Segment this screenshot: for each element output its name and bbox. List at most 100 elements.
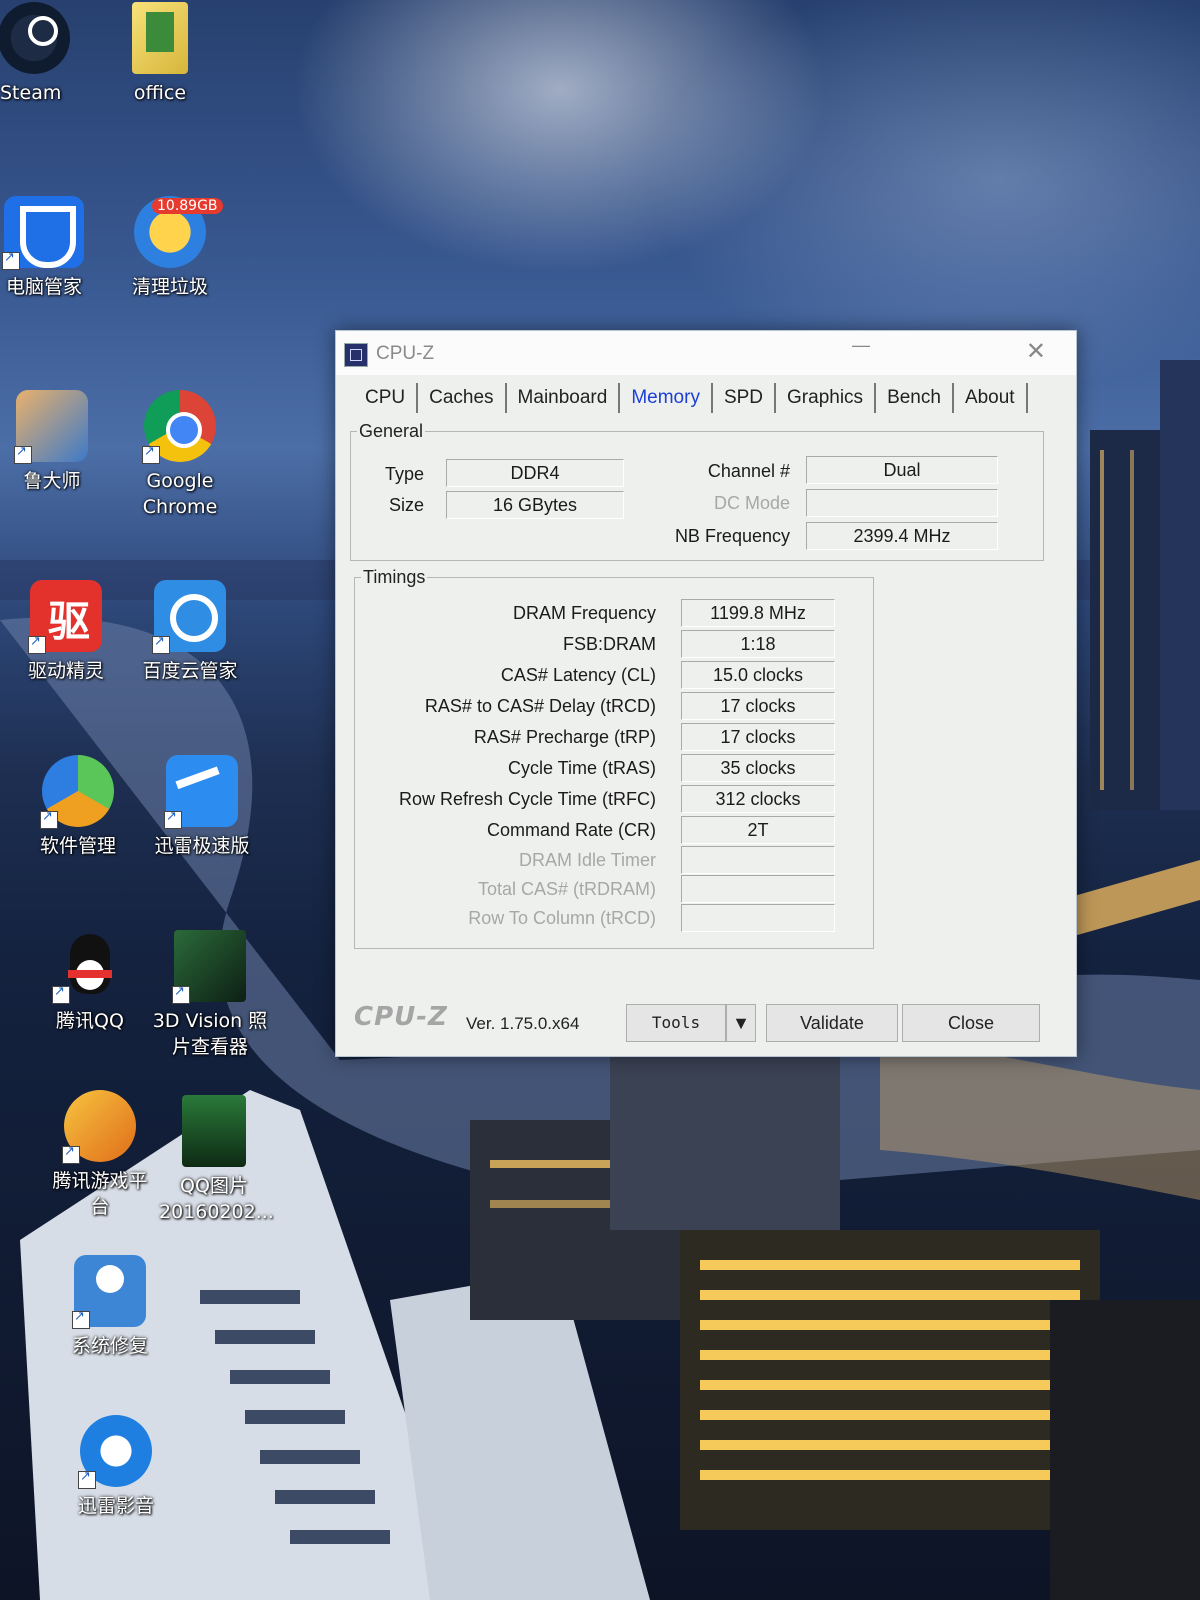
desktop-icon-cleanup[interactable]: 10.89GB 清理垃圾 <box>110 196 230 300</box>
tab-caches[interactable]: Caches <box>418 383 507 413</box>
storage-badge: 10.89GB <box>152 198 223 214</box>
cloud-icon <box>152 580 226 654</box>
ludashi-icon <box>14 390 88 464</box>
desktop-icon-chrome[interactable]: Google Chrome <box>120 390 240 520</box>
validate-button[interactable]: Validate <box>766 1004 898 1042</box>
close-button[interactable]: Close <box>902 1004 1040 1042</box>
tab-spd[interactable]: SPD <box>713 383 777 413</box>
tab-bar: CPU Caches Mainboard Memory SPD Graphics Bench… <box>354 383 1056 415</box>
desktop-icon-system-repair[interactable]: 系统修复 <box>50 1255 170 1359</box>
desktop-icon-baidu-cloud[interactable]: 百度云管家 <box>130 580 250 684</box>
cpuz-logo: CPU-Z <box>354 1002 448 1032</box>
desktop-icon-label: 腾讯游戏平台 <box>52 1170 148 1218</box>
desktop-icon-steam[interactable]: Steam <box>0 2 94 106</box>
window-footer: CPU-Z Ver. 1.75.0.x64 Tools ▼ Validate C… <box>336 992 1076 1056</box>
desktop-icon-label: 3D Vision 照片查看器 <box>152 1010 268 1058</box>
dram-frequency-value: 1199.8 MHz <box>681 599 835 627</box>
total-cas-value <box>681 875 835 903</box>
window-title: CPU-Z <box>376 343 435 364</box>
tab-mainboard[interactable]: Mainboard <box>507 383 621 413</box>
desktop-icon-tencent-games[interactable]: 腾讯游戏平台 <box>40 1090 160 1220</box>
tools-button[interactable]: Tools <box>626 1004 726 1042</box>
cpuz-app-icon <box>344 343 368 367</box>
dc-mode-label: DC Mode <box>713 493 790 513</box>
shortcut-arrow-icon <box>72 1309 90 1329</box>
type-value: DDR4 <box>446 459 624 487</box>
tools-dropdown-button[interactable]: ▼ <box>726 1004 756 1042</box>
nb-frequency-value: 2399.4 MHz <box>806 522 998 550</box>
shortcut-arrow-icon <box>172 984 190 1004</box>
trfc-label: Row Refresh Cycle Time (tRFC) <box>398 789 656 809</box>
desktop-icon-driver-genius[interactable]: 驱 驱动精灵 <box>6 580 126 684</box>
shortcut-arrow-icon <box>2 250 20 270</box>
desktop-icon-xunlei-fast[interactable]: 迅雷极速版 <box>142 755 262 859</box>
desktop-icon-3d-vision[interactable]: 3D Vision 照片查看器 <box>150 930 270 1060</box>
dram-idle-timer-value <box>681 846 835 874</box>
fsb-dram-label: FSB:DRAM <box>562 634 656 654</box>
cas-latency-label: CAS# Latency (CL) <box>500 665 656 685</box>
tab-bench[interactable]: Bench <box>876 383 954 413</box>
desktop-icon-qq-image[interactable]: QQ图片20160202... <box>154 1095 274 1225</box>
shortcut-arrow-icon <box>78 1469 96 1489</box>
desktop-icon-label: 系统修复 <box>71 1335 148 1357</box>
desktop-icon-label: 电脑管家 <box>5 276 82 298</box>
tab-memory[interactable]: Memory <box>620 383 713 413</box>
tab-cpu[interactable]: CPU <box>354 383 419 413</box>
command-rate-label: Command Rate (CR) <box>486 820 656 840</box>
close-icon[interactable]: ✕ <box>1026 337 1046 366</box>
general-legend: General <box>359 421 424 441</box>
nb-frequency-label: NB Frequency <box>674 526 790 546</box>
desktop-icon-label: 鲁大师 <box>23 470 81 492</box>
minimize-icon[interactable]: — <box>852 335 870 356</box>
size-value: 16 GBytes <box>446 491 624 519</box>
size-label: Size <box>388 495 424 515</box>
tras-value: 35 clocks <box>681 754 835 782</box>
tencent-games-icon <box>62 1090 136 1164</box>
desktop-icon-pc-manager[interactable]: 电脑管家 <box>0 196 104 300</box>
trfc-value: 312 clocks <box>681 785 835 813</box>
desktop-icon-label: 清理垃圾 <box>131 276 208 298</box>
desktop-icon-label: 驱动精灵 <box>27 660 104 682</box>
dram-frequency-label: DRAM Frequency <box>512 603 656 623</box>
tab-graphics[interactable]: Graphics <box>776 383 877 413</box>
dram-idle-timer-label: DRAM Idle Timer <box>518 850 656 870</box>
qq-penguin-icon <box>52 930 126 1004</box>
total-cas-label: Total CAS# (tRDRAM) <box>477 879 656 899</box>
shortcut-arrow-icon <box>142 444 160 464</box>
shortcut-arrow-icon <box>52 984 70 1004</box>
desktop-icon-label: Steam <box>0 82 62 104</box>
desktop-icon-qq[interactable]: 腾讯QQ <box>30 930 150 1034</box>
desktop-icon-xunlei-player[interactable]: 迅雷影音 <box>56 1415 176 1519</box>
broom-icon: 10.89GB <box>134 196 223 268</box>
eagle-photo-icon <box>172 930 246 1004</box>
software-manager-icon <box>40 755 114 829</box>
chevron-down-icon: ▼ <box>732 1013 750 1033</box>
shield-check-icon <box>2 196 84 270</box>
title-bar[interactable]: CPU-Z — ✕ <box>336 331 1076 375</box>
shortcut-arrow-icon <box>28 634 46 654</box>
desktop-icon-label: Google Chrome <box>142 470 218 518</box>
desktop-icon-label: 腾讯QQ <box>56 1010 124 1032</box>
image-file-icon <box>182 1095 246 1167</box>
desktop-icon-office[interactable]: office <box>100 2 220 106</box>
folder-icon <box>132 2 188 74</box>
shortcut-arrow-icon <box>62 1144 80 1164</box>
desktop-icon-software-manager[interactable]: 软件管理 <box>18 755 138 859</box>
trcd-label: RAS# to CAS# Delay (tRCD) <box>424 696 656 716</box>
cas-latency-value: 15.0 clocks <box>681 661 835 689</box>
tab-about[interactable]: About <box>954 383 1028 413</box>
type-label: Type <box>384 464 424 484</box>
driver-genius-icon: 驱 <box>28 580 102 654</box>
shortcut-arrow-icon <box>164 809 182 829</box>
row-to-column-value <box>681 904 835 932</box>
doctor-icon <box>72 1255 146 1329</box>
desktop-icon-label: 迅雷极速版 <box>154 835 250 857</box>
desktop-icon-ludashi[interactable]: 鲁大师 <box>0 390 112 494</box>
dc-mode-value <box>806 489 998 517</box>
row-to-column-label: Row To Column (tRCD) <box>468 908 656 928</box>
desktop-icon-label: 迅雷影音 <box>77 1495 154 1517</box>
desktop-icon-label: office <box>133 82 187 104</box>
tras-label: Cycle Time (tRAS) <box>507 758 656 778</box>
channel-label: Channel # <box>707 461 790 481</box>
media-player-icon <box>78 1415 152 1489</box>
